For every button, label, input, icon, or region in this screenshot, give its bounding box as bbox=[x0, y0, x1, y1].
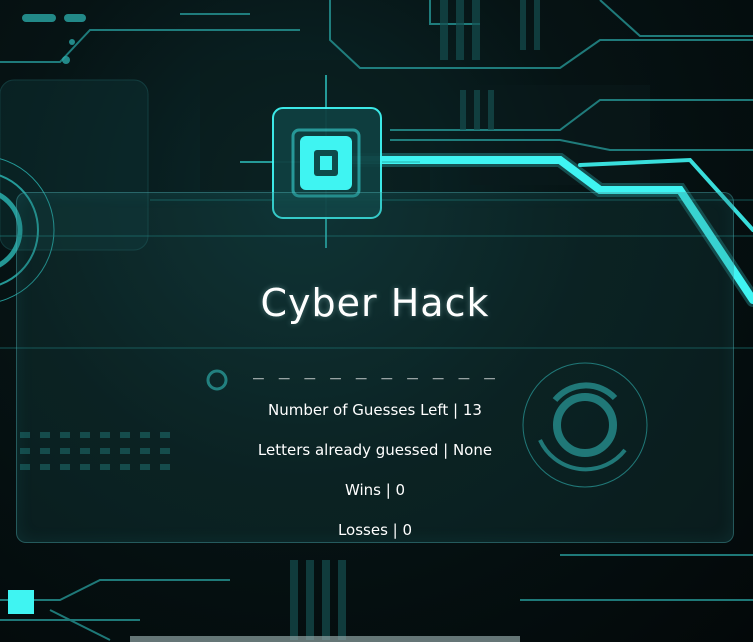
game-title: Cyber Hack bbox=[260, 281, 490, 325]
letters-guessed-stat: Letters already guessed | None bbox=[257, 441, 493, 459]
losses-stat: Losses | 0 bbox=[337, 521, 413, 539]
game-screen: Cyber Hack _ _ _ _ _ _ _ _ _ _ Number of… bbox=[0, 0, 753, 642]
word-display: _ _ _ _ _ _ _ _ _ _ bbox=[253, 359, 497, 380]
game-panel: Cyber Hack _ _ _ _ _ _ _ _ _ _ Number of… bbox=[16, 192, 734, 543]
square-node-icon bbox=[8, 590, 34, 614]
wins-stat: Wins | 0 bbox=[344, 481, 406, 499]
guesses-left-stat: Number of Guesses Left | 13 bbox=[268, 401, 482, 419]
